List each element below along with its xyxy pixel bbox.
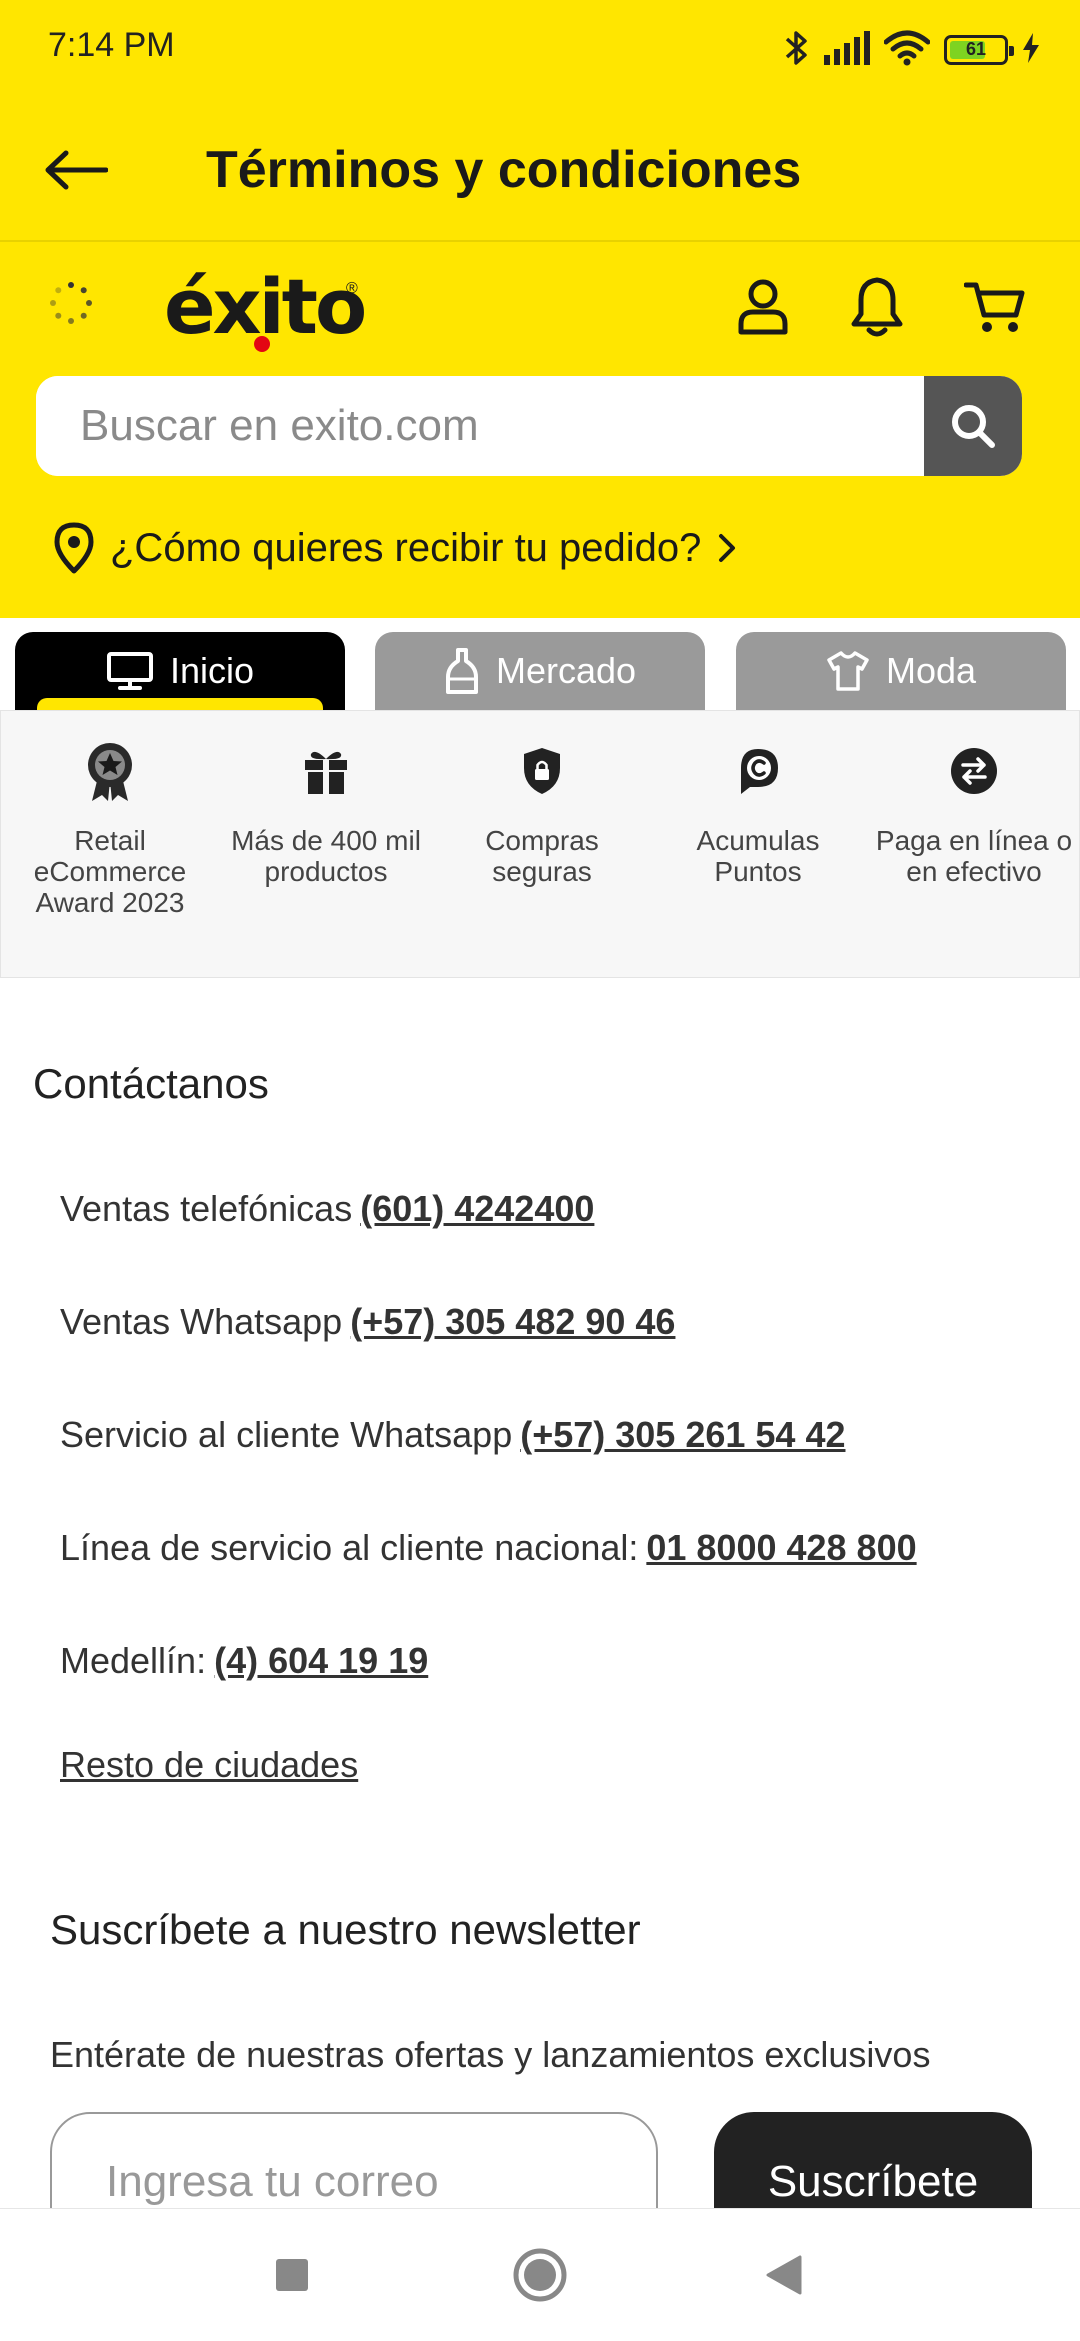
contact-title: Contáctanos [33, 1060, 269, 1107]
shield-lock-icon [512, 741, 572, 801]
contact-label: Línea de servicio al cliente nacional: [60, 1527, 639, 1568]
circle-icon [513, 2248, 567, 2302]
charging-icon [1022, 32, 1040, 68]
back-nav-button[interactable] [752, 2243, 816, 2307]
tab-moda[interactable]: Moda [736, 632, 1066, 710]
tab-label: Moda [885, 650, 977, 691]
exchange-icon [944, 741, 1004, 801]
category-tabs: Inicio Mercado Moda [0, 618, 1080, 710]
logo-registered: ® [346, 280, 358, 297]
benefits-strip: Retail eCommerce Award 2023 Más de 400 m… [0, 710, 1080, 978]
active-tab-indicator [37, 698, 323, 710]
benefit-label: Retail eCommerce Award 2023 [33, 825, 187, 918]
search-icon [952, 405, 995, 448]
triangle-back-icon [766, 2255, 802, 2295]
other-cities-link[interactable]: Resto de ciudades [60, 1744, 358, 1786]
page-title: Términos y condiciones [206, 141, 802, 199]
battery-icon: 61 [944, 35, 1014, 65]
contact-line-whatsapp-sales: Ventas Whatsapp (+57) 305 482 90 46 [60, 1301, 675, 1343]
monitor-icon [106, 652, 153, 690]
contact-line-medellin: Medellín: (4) 604 19 19 [60, 1640, 428, 1682]
bottle-icon [445, 648, 478, 694]
benefit-award: Retail eCommerce Award 2023 [2, 741, 218, 918]
recents-button[interactable] [260, 2243, 324, 2307]
back-button[interactable] [36, 130, 116, 210]
contact-label: Ventas telefónicas [60, 1188, 353, 1229]
benefit-label: Más de 400 mil productos [231, 825, 421, 887]
shirt-icon [827, 651, 869, 691]
phone-link[interactable]: (+57) 305 482 90 46 [350, 1301, 675, 1342]
newsletter-subtitle: Entérate de nuestras ofertas y lanzamien… [50, 2034, 931, 2075]
arrow-left-icon [45, 150, 108, 190]
wifi-icon [883, 30, 931, 71]
signal-icon [824, 30, 870, 70]
contact-line-phone-sales: Ventas telefónicas (601) 4242400 [60, 1188, 594, 1230]
benefit-secure: Compras seguras [434, 741, 650, 887]
search-button[interactable] [924, 376, 1022, 476]
phone-link[interactable]: (+57) 305 261 54 42 [520, 1414, 845, 1455]
square-icon [276, 2259, 308, 2291]
benefit-label: Paga en línea o en efectivo [875, 825, 1073, 887]
search-bar [36, 376, 1022, 476]
contact-label: Servicio al cliente Whatsapp [60, 1414, 513, 1455]
phone-link[interactable]: 01 8000 428 800 [646, 1527, 916, 1568]
award-icon [80, 741, 140, 801]
tab-mercado[interactable]: Mercado [375, 632, 705, 710]
contact-label: Ventas Whatsapp [60, 1301, 343, 1342]
bluetooth-icon [784, 28, 810, 73]
tab-label: Inicio [169, 650, 255, 691]
benefit-points: Acumulas Puntos [650, 741, 866, 887]
phone-link[interactable]: (4) 604 19 19 [214, 1640, 428, 1681]
bell-icon [851, 277, 903, 337]
status-icons: 61 [784, 26, 1040, 74]
status-bar: 7:14 PM 61 [0, 0, 1080, 100]
phone-link[interactable]: (601) 4242400 [360, 1188, 594, 1229]
cart-button[interactable] [960, 272, 1030, 342]
store-header: éxito ® ¿Có [0, 242, 1080, 618]
benefit-products: Más de 400 mil productos [218, 741, 434, 887]
home-button[interactable] [508, 2243, 572, 2307]
logo-dot [254, 336, 270, 352]
location-pin-icon [54, 522, 94, 574]
system-nav-bar [0, 2208, 1080, 2341]
chevron-right-icon [719, 534, 736, 562]
exito-logo[interactable]: éxito ® [0, 242, 380, 372]
benefit-payment: Paga en línea o en efectivo [866, 741, 1080, 887]
benefit-label: Acumulas Puntos [696, 825, 820, 887]
account-button[interactable] [728, 272, 798, 342]
search-input[interactable] [36, 376, 924, 476]
newsletter-title: Suscríbete a nuestro newsletter [50, 1906, 641, 1953]
tab-inicio[interactable]: Inicio [15, 632, 345, 710]
delivery-text: ¿Cómo quieres recibir tu pedido? [110, 525, 702, 570]
user-icon [738, 279, 788, 335]
contact-label: Medellín: [60, 1640, 207, 1681]
app-bar: Términos y condiciones [0, 100, 1080, 242]
contact-line-national: Línea de servicio al cliente nacional: 01… [60, 1527, 917, 1569]
contact-line-whatsapp-service: Servicio al cliente Whatsapp (+57) 305 26… [60, 1414, 845, 1456]
notifications-button[interactable] [842, 272, 912, 342]
delivery-selector[interactable]: ¿Cómo quieres recibir tu pedido? [52, 518, 739, 578]
battery-level: 61 [965, 39, 987, 59]
gift-icon [296, 741, 356, 801]
cart-icon [964, 282, 1025, 332]
tab-label: Mercado [495, 650, 637, 691]
status-time: 7:14 PM [48, 26, 175, 64]
points-icon [728, 741, 788, 801]
benefit-label: Compras seguras [485, 825, 599, 887]
